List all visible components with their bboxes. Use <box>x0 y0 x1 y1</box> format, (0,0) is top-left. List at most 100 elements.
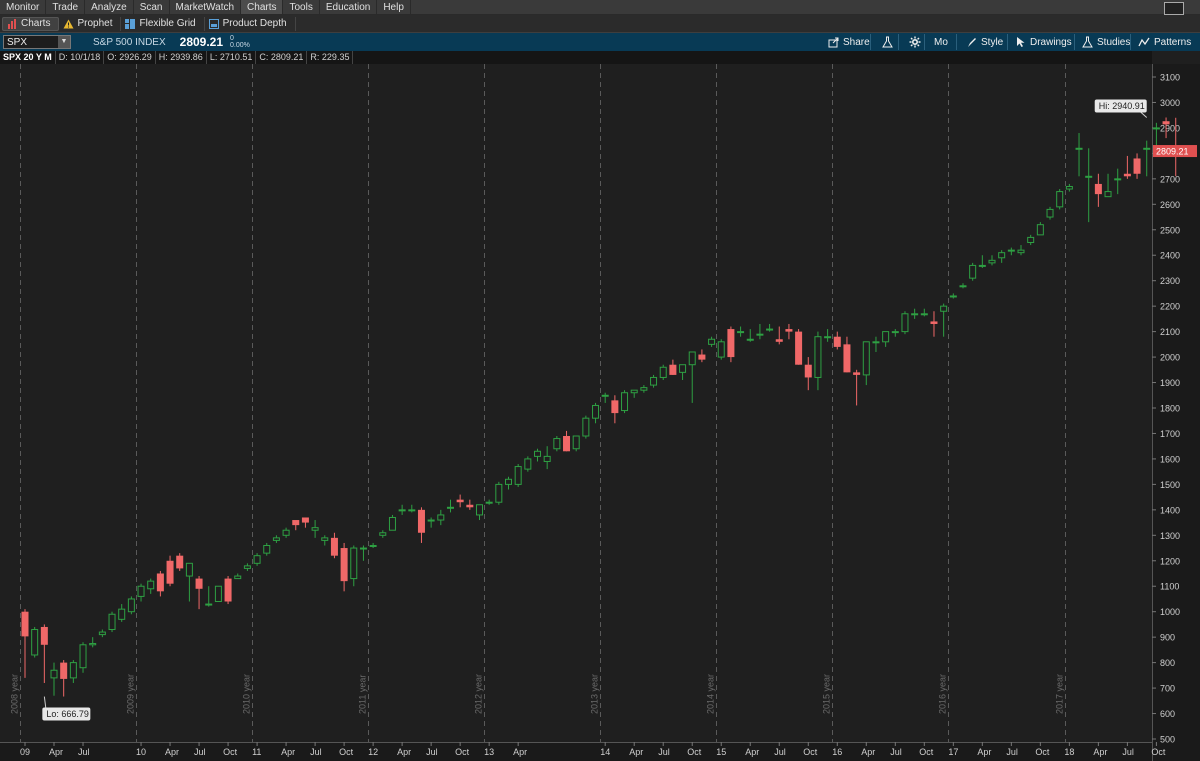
menu-item-monitor[interactable]: Monitor <box>0 0 47 14</box>
x-tick-label: Apr <box>49 747 63 757</box>
chevron-down-icon[interactable]: ▼ <box>58 36 70 48</box>
candle-body-up <box>1027 236 1035 244</box>
candle-body-up <box>1036 224 1044 236</box>
chart-period[interactable]: SPX 20 Y M <box>0 51 56 64</box>
candle-body-down <box>804 364 812 378</box>
x-tick-label: Jul <box>78 747 90 757</box>
menu-item-tools[interactable]: Tools <box>283 0 320 14</box>
patterns-button[interactable]: Patterns <box>1134 33 1195 51</box>
x-tick-label: Jul <box>426 747 438 757</box>
candle-body-down <box>417 509 425 533</box>
candle-body-up <box>1017 249 1025 254</box>
candle-body-up <box>978 264 986 267</box>
symbol-description: S&P 500 INDEX <box>93 36 166 48</box>
share-label: Share <box>843 36 870 48</box>
candle-body-up <box>1065 185 1073 190</box>
candle-body-down <box>166 560 174 584</box>
y-tick-label: 1900 <box>1160 378 1180 388</box>
studies-button[interactable]: Studies <box>1078 33 1134 51</box>
subtab-charts[interactable]: Charts <box>2 16 60 31</box>
bar-open: O: 2926.29 <box>104 51 156 64</box>
candle-body-up <box>630 389 638 394</box>
candle-body-up <box>1104 191 1112 198</box>
candle-body-up <box>234 575 242 580</box>
menu-item-trade[interactable]: Trade <box>46 0 86 14</box>
candle-body-up <box>988 259 996 264</box>
x-tick-label: Oct <box>339 747 354 757</box>
x-tick-label: Apr <box>513 747 527 757</box>
year-marker-label: 2017 year <box>1055 674 1065 714</box>
menu-item-scan[interactable]: Scan <box>134 0 170 14</box>
price-chart[interactable]: 2008 year 2009 year 2010 year 2011 year 2012… <box>0 64 1200 761</box>
candle-body-down <box>833 336 841 347</box>
patterns-label: Patterns <box>1154 36 1192 48</box>
style-button[interactable]: Style <box>962 33 1007 51</box>
aggregation-label: Mo <box>934 36 948 48</box>
candle-body-down <box>795 331 803 365</box>
menu-item-analyze[interactable]: Analyze <box>85 0 134 14</box>
y-tick-label: 1200 <box>1160 556 1180 566</box>
x-tick-label: Oct <box>223 747 238 757</box>
candle-body-up <box>708 338 716 345</box>
subtab-prophet[interactable]: Prophet <box>59 16 122 31</box>
candle-body-up <box>553 438 561 450</box>
candle-body-up <box>737 331 745 334</box>
candle-body-down <box>195 578 203 589</box>
share-button[interactable]: Share <box>824 33 874 51</box>
menu-item-marketwatch[interactable]: MarketWatch <box>170 0 242 14</box>
y-tick-label: 2100 <box>1160 327 1180 337</box>
flask-icon <box>882 36 893 48</box>
candle-body-up <box>350 547 358 580</box>
settings-button[interactable] <box>905 33 925 51</box>
candle-body-up <box>408 509 416 512</box>
subtab-product-depth[interactable]: Product Depth <box>205 16 296 31</box>
flask-button[interactable] <box>878 33 897 51</box>
y-tick-label: 2000 <box>1160 353 1180 363</box>
year-marker-label: 2010 year <box>242 674 252 714</box>
candle-body-up <box>814 336 822 378</box>
candle-body-up <box>437 514 445 521</box>
y-tick-label: 1700 <box>1160 429 1180 439</box>
candle-body-up <box>592 404 600 419</box>
candle-body-down <box>611 400 619 414</box>
menu-item-education[interactable]: Education <box>320 0 378 14</box>
x-tick-label: Apr <box>1093 747 1107 757</box>
drawings-label: Drawings <box>1030 36 1072 48</box>
candle-body-up <box>949 295 957 298</box>
year-marker-label: 2012 year <box>474 674 484 714</box>
bar-high: H: 2939.86 <box>156 51 207 64</box>
candle-body-up <box>31 629 39 656</box>
x-tick-label: Apr <box>861 747 875 757</box>
patterns-icon <box>1138 37 1150 46</box>
y-tick-label: 1000 <box>1160 607 1180 617</box>
plot-area <box>0 64 1152 742</box>
menu-item-charts[interactable]: Charts <box>241 0 284 14</box>
candle-body-down <box>466 504 474 508</box>
y-tick-label: 900 <box>1160 633 1175 643</box>
candle-body-down <box>224 578 232 602</box>
candle-body-up <box>534 450 542 457</box>
y-tick-label: 1600 <box>1160 454 1180 464</box>
year-marker-label: 2014 year <box>706 674 716 714</box>
candle-body-down <box>156 573 164 592</box>
candle-body-up <box>659 366 667 378</box>
bar-range: R: 229.35 <box>307 51 354 64</box>
candle-body-up <box>89 643 97 646</box>
candle-body-down <box>727 329 735 358</box>
menu-item-help[interactable]: Help <box>377 0 411 14</box>
last-price: 2809.21 <box>179 35 224 49</box>
x-tick-label: Jul <box>1122 747 1134 757</box>
drawings-button[interactable]: Drawings <box>1012 33 1076 51</box>
candle-body-down <box>785 329 793 332</box>
x-tick-label: Oct <box>803 747 818 757</box>
symbol-selector[interactable]: SPX ▼ <box>3 35 71 49</box>
aggregation-button[interactable]: Mo <box>930 33 952 51</box>
y-tick-label: 1800 <box>1160 404 1180 414</box>
x-tick-label: 17 <box>948 747 958 757</box>
subtab-flexible-grid[interactable]: Flexible Grid <box>121 16 205 31</box>
candle-body-up <box>872 341 880 344</box>
candle-body-up <box>485 501 493 504</box>
window-maximize-button[interactable] <box>1164 2 1184 15</box>
candle-body-up <box>1152 127 1160 130</box>
y-tick-label: 2600 <box>1160 200 1180 210</box>
